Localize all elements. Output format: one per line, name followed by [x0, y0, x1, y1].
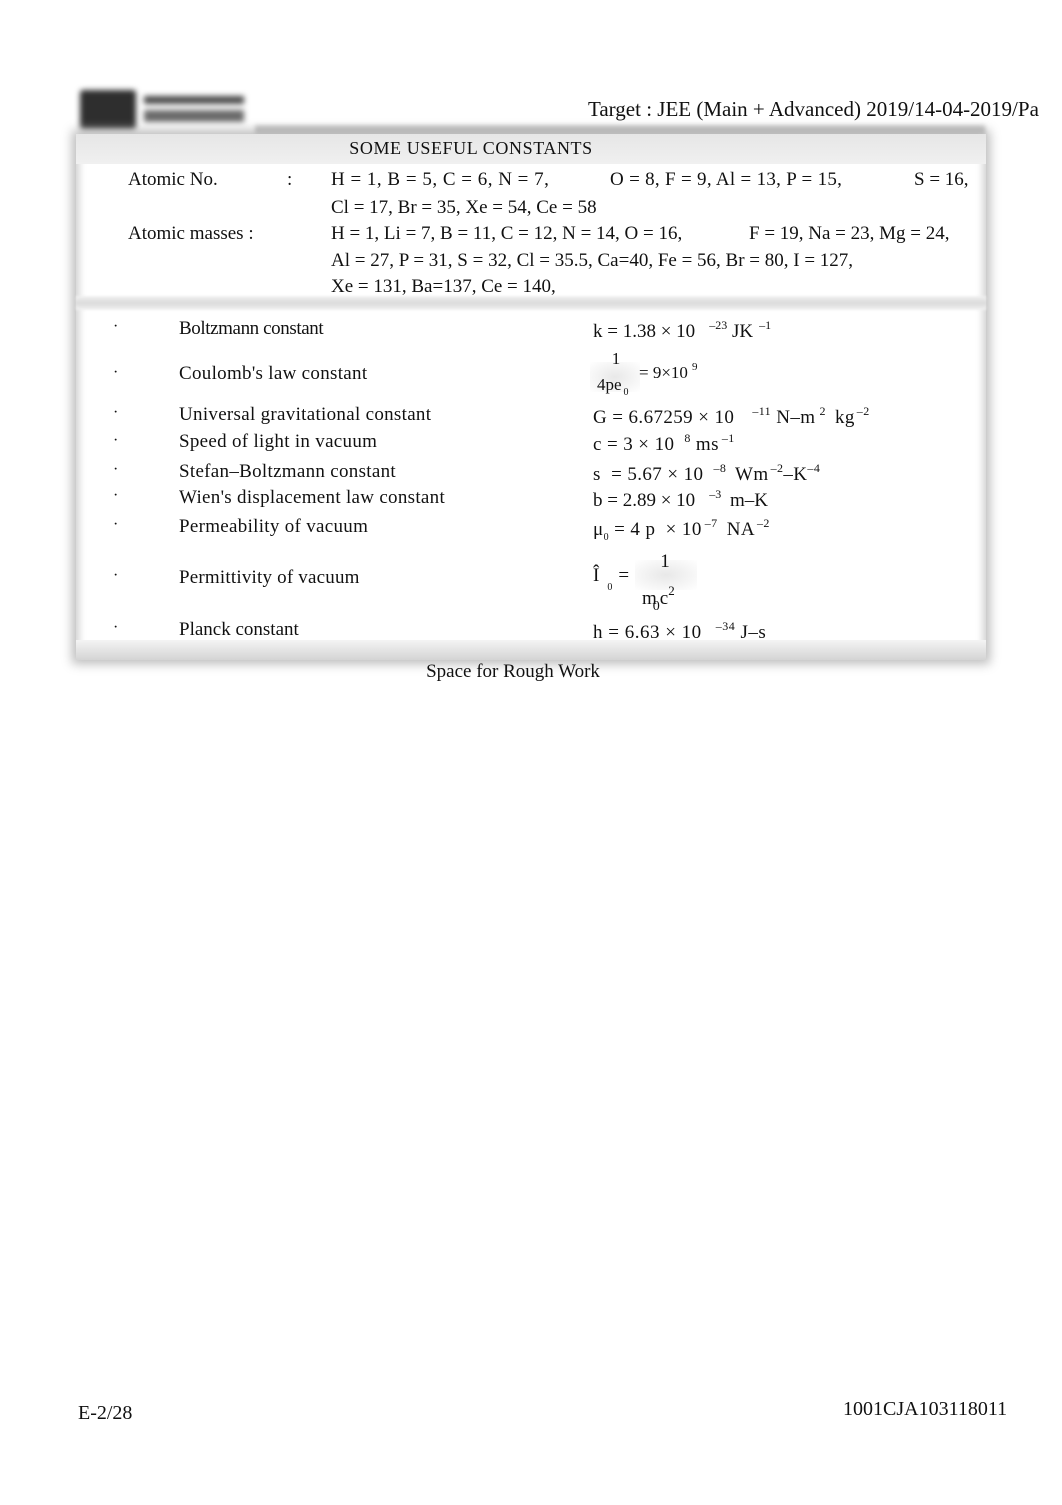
atomic-masses-line1b: F = 19, Na = 23, Mg = 24, [749, 223, 950, 244]
atomic-masses-line2: Al = 27, P = 31, S = 32, Cl = 35.5, Ca=4… [331, 250, 854, 271]
constant-value: k = 1.38 × 10 –23 JK –1 [593, 318, 772, 342]
constant-name: Permittivity of vacuum [179, 567, 360, 588]
exam-target-header: Target : JEE (Main + Advanced) 2019/14-0… [588, 97, 1039, 121]
constant-name: Boltzmann constant [179, 318, 324, 339]
atomic-no-line1a: H = 1, B = 5, C = 6, N = 7, [331, 169, 550, 190]
atomic-masses-line1a: H = 1, Li = 7, B = 11, C = 12, N = 14, O… [331, 223, 683, 244]
constant-value: G = 6.67259 × 10 –11 N–m 2 kg –2 [593, 404, 870, 428]
constant-name: Universal gravitational constant [179, 404, 432, 425]
institute-logo [78, 86, 250, 132]
atomic-no-line1b: O = 8, F = 9, Al = 13, P = 15, [610, 169, 843, 190]
constant-name: Coulomb's law constant [179, 363, 368, 384]
section-divider [76, 296, 986, 310]
box-bottom-band [76, 640, 986, 660]
fraction-denominator: m0c2 [642, 583, 675, 614]
paper-code: 1001CJA103118011 [843, 1398, 1008, 1420]
atomic-masses-line3: Xe = 131, Ba=137, Ce = 140, [331, 276, 556, 297]
rough-work-caption: Space for Rough Work [426, 661, 600, 682]
page-number: E-2/28 [78, 1402, 133, 1424]
bullet: · [113, 516, 119, 533]
bullet: · [113, 461, 119, 478]
bullet: · [113, 567, 119, 584]
logo-text [144, 96, 244, 104]
logo-subtext [144, 110, 244, 122]
logo-mark [80, 90, 136, 130]
bullet: · [113, 487, 119, 504]
bullet: · [113, 619, 119, 636]
bullet: · [113, 432, 119, 449]
atomic-no-line1c: S = 16, [914, 169, 969, 190]
bullet: · [113, 364, 119, 381]
constant-value: s = 5.67 × 10 –8 Wm –2–K–4 [593, 461, 821, 485]
constant-value: c = 3 × 10 8 ms –1 [593, 431, 735, 455]
constant-name: Wien's displacement law constant [179, 487, 446, 508]
bullet: · [113, 404, 119, 421]
constant-value: μ0 = 4 p × 10 –7 NA –2 [593, 516, 770, 543]
atomic-no-colon: : [287, 169, 293, 190]
constant-symbol: Î0= [593, 565, 630, 593]
fraction-numerator: 1 [660, 551, 670, 572]
atomic-no-label: Atomic No. [128, 169, 218, 190]
bullet: · [113, 318, 119, 335]
constant-value: b = 2.89 × 10 –3 m–K [593, 487, 768, 511]
constant-name: Stefan–Boltzmann constant [179, 461, 396, 482]
constant-value: = 9×10 9 [639, 361, 698, 382]
atomic-no-line2: Cl = 17, Br = 35, Xe = 54, Ce = 58 [331, 197, 597, 218]
box-title: SOME USEFUL CONSTANTS [76, 134, 986, 164]
fraction-denominator: 4pe 0 [597, 375, 629, 398]
constant-name: Permeability of vacuum [179, 516, 369, 537]
constant-name: Planck constant [179, 619, 299, 640]
fraction-numerator: 1 [611, 349, 621, 368]
constant-name: Speed of light in vacuum [179, 431, 378, 452]
constant-value: h = 6.63 × 10 –34 J–s [593, 619, 767, 643]
atomic-masses-label: Atomic masses : [128, 223, 254, 244]
